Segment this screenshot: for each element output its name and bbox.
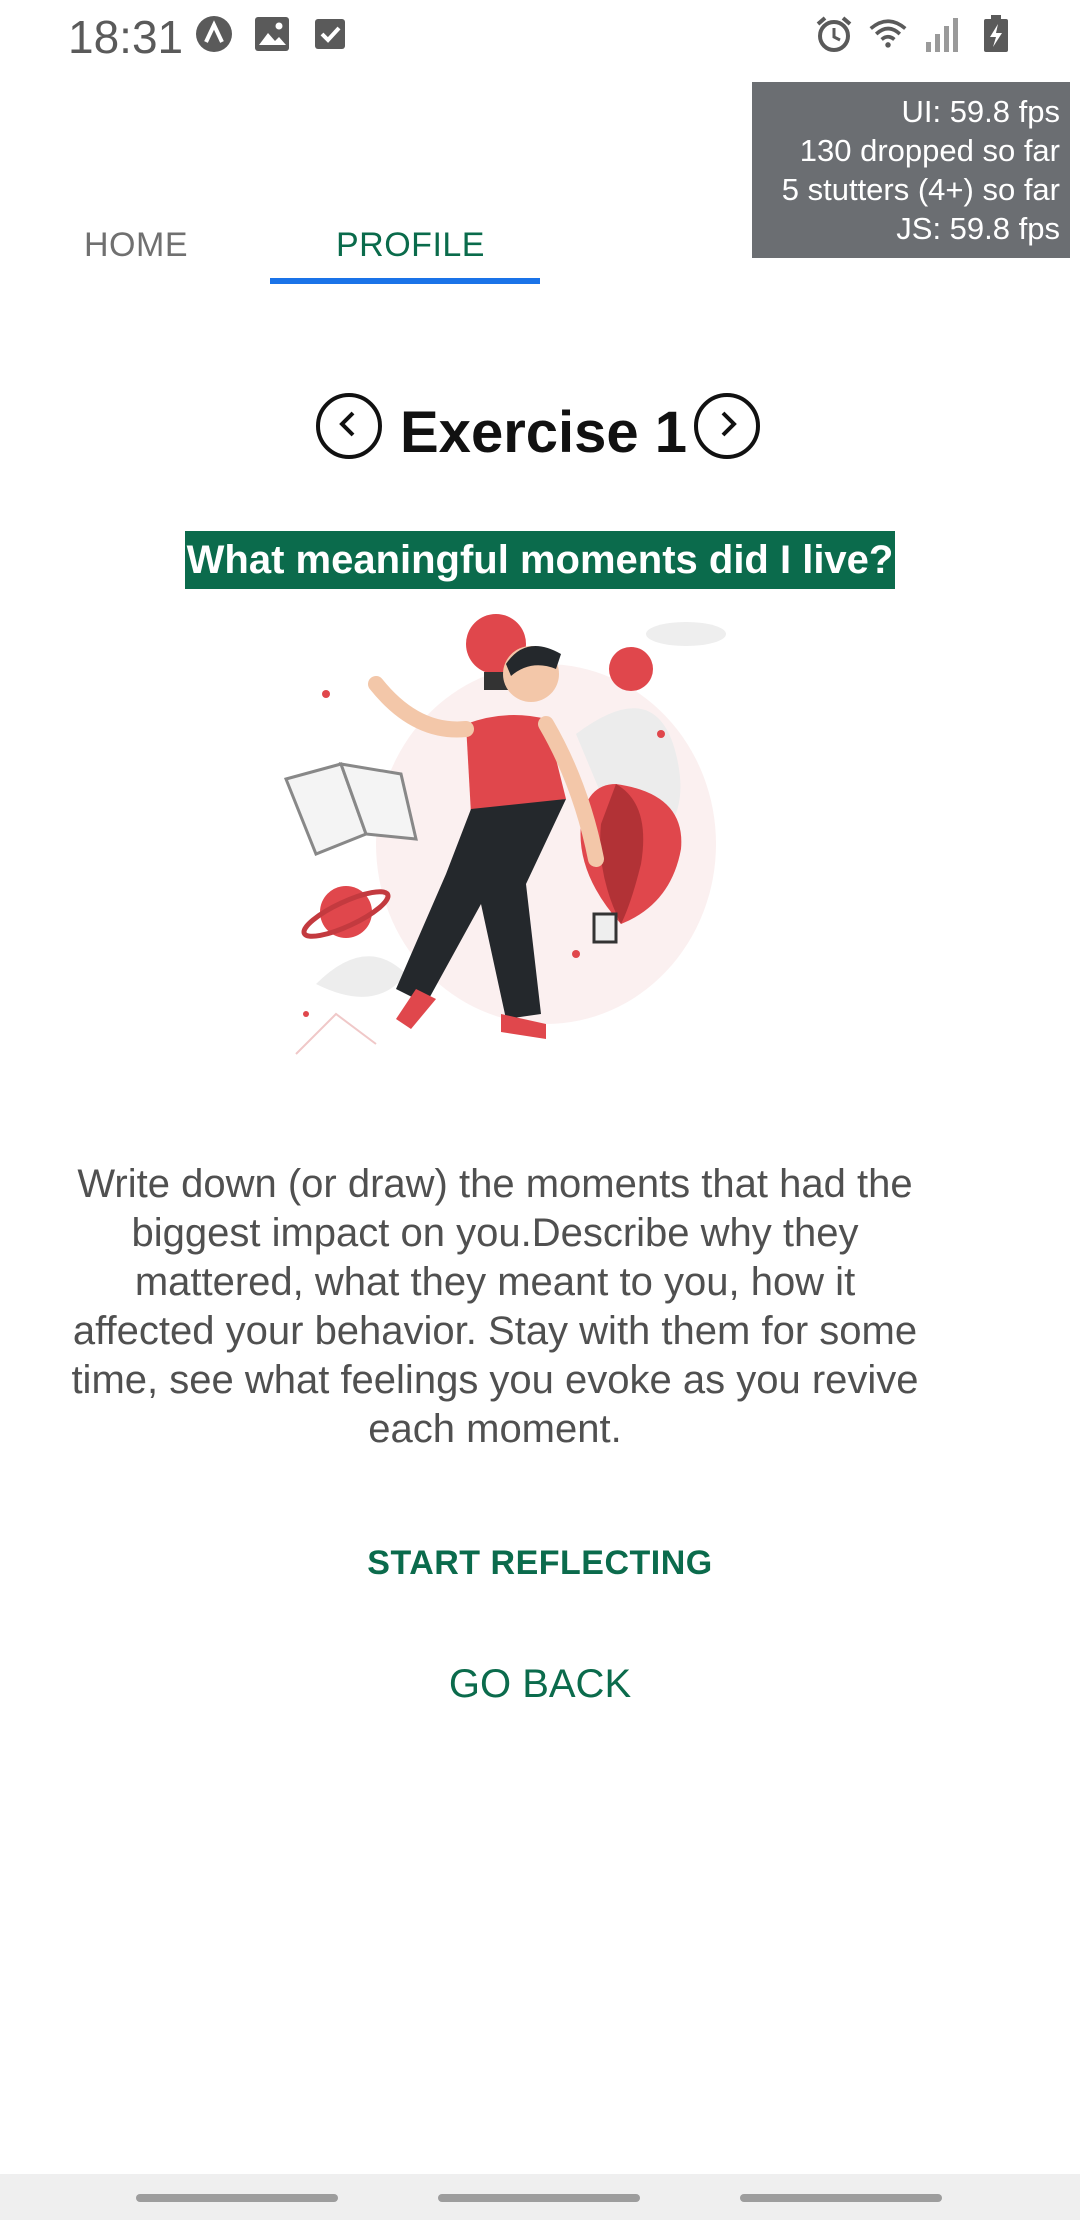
status-time: 18:31 [68,11,184,63]
system-nav-bar [0,2174,1080,2220]
tab-profile[interactable]: PROFILE [336,226,485,265]
illustration-person-floating [283,614,726,1055]
app-icon [194,14,234,54]
tab-active-indicator [270,278,540,284]
go-back-button[interactable]: GO BACK [0,1662,1080,1707]
checkbox-icon [310,14,350,54]
tab-home[interactable]: HOME [84,226,188,265]
tab-bar: HOME PROFILE [0,200,1080,290]
exercise-description: Write down (or draw) the moments that ha… [71,1162,919,1451]
start-reflecting-button[interactable]: START REFLECTING [0,1544,1080,1583]
perf-dropped: 130 dropped so far [799,133,1060,168]
nav-home-pill[interactable] [438,2194,640,2202]
exercise-header: Exercise 1 [0,385,1080,485]
chevron-left-icon [334,409,364,444]
next-exercise-button[interactable] [694,393,760,459]
perf-ui-fps: UI: 59.8 fps [901,94,1060,129]
nav-back-pill[interactable] [740,2194,942,2202]
battery-charging-icon [976,14,1016,54]
exercise-title: Exercise 1 [400,400,688,465]
chevron-right-icon [712,409,742,444]
status-bar: 18:31 [0,0,1080,72]
signal-icon [922,14,962,54]
exercise-question: What meaningful moments did I live? [184,531,896,589]
nav-recents-pill[interactable] [136,2194,338,2202]
image-icon [252,14,292,54]
wifi-icon [868,14,908,54]
alarm-icon [814,14,854,54]
previous-exercise-button[interactable] [316,393,382,459]
